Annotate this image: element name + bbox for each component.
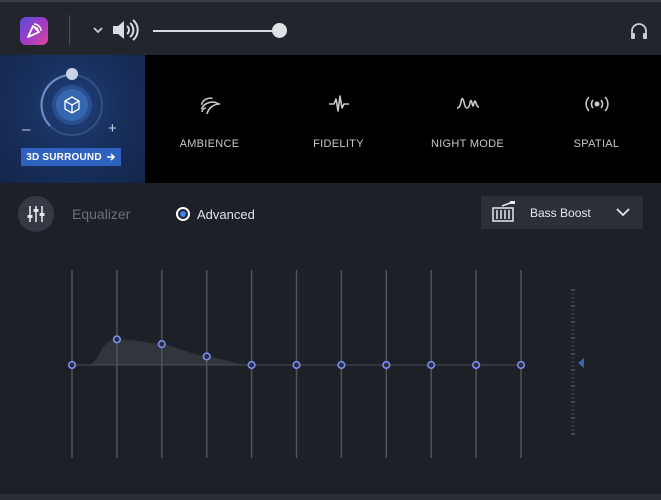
- bass-boost-icon: [492, 201, 515, 222]
- eq-band-handle[interactable]: [157, 339, 166, 349]
- effect-night-mode-label: NIGHT MODE: [430, 138, 505, 150]
- eq-band-handle[interactable]: [112, 335, 121, 344]
- eq-response-area: [87, 339, 252, 365]
- volume-slider-knob[interactable]: [272, 23, 287, 38]
- surround-minus: –: [22, 121, 31, 138]
- chevron-down-icon[interactable]: [92, 24, 104, 36]
- effects-bar: AMBIENCE FIDELITY NIGHT MODE SPATIAL: [145, 55, 661, 183]
- eq-band-handle[interactable]: [337, 360, 346, 370]
- effect-night-mode[interactable]: NIGHT MODE: [403, 55, 532, 183]
- speaker-icon[interactable]: [111, 18, 141, 42]
- ambience-icon: [200, 97, 220, 115]
- app-logo-icon[interactable]: [20, 17, 48, 45]
- effect-fidelity-label: FIDELITY: [313, 138, 364, 150]
- effect-ambience-label: AMBIENCE: [179, 138, 240, 150]
- effect-ambience[interactable]: AMBIENCE: [145, 55, 274, 183]
- eq-band-handle[interactable]: [292, 360, 301, 370]
- effect-spatial-label: SPATIAL: [573, 138, 620, 150]
- surround-button-label: 3D SURROUND: [26, 151, 102, 163]
- eq-band-handle[interactable]: [427, 360, 436, 370]
- gain-marker-icon[interactable]: [578, 358, 584, 368]
- equalizer-label: Equalizer: [72, 206, 131, 222]
- advanced-radio[interactable]: [176, 207, 190, 221]
- surround-button[interactable]: 3D SURROUND: [21, 148, 121, 166]
- equalizer-graph: [67, 270, 584, 458]
- eq-band-handle[interactable]: [247, 360, 256, 370]
- volume-slider-track[interactable]: [153, 30, 279, 32]
- sliders-icon: [27, 206, 45, 222]
- eq-band-handle[interactable]: [67, 360, 77, 370]
- toolbar-divider: [69, 15, 70, 45]
- arrow-right-icon: [106, 153, 115, 161]
- effect-fidelity[interactable]: FIDELITY: [274, 55, 403, 183]
- preset-dropdown[interactable]: Bass Boost: [481, 196, 643, 229]
- chevron-down-icon: [616, 208, 630, 217]
- eq-band-handle[interactable]: [516, 360, 526, 370]
- bottom-bar: [0, 494, 661, 500]
- night-mode-icon: [456, 97, 479, 109]
- top-bar: [0, 0, 661, 55]
- surround-dial[interactable]: [30, 63, 114, 147]
- headphone-icon[interactable]: [629, 22, 649, 40]
- eq-band-handle[interactable]: [202, 352, 211, 361]
- gain-scale: [571, 289, 575, 435]
- spatial-icon: [584, 96, 609, 112]
- preset-label: Bass Boost: [530, 206, 591, 220]
- surround-panel: – + 3D SURROUND: [0, 55, 145, 183]
- equalizer-toggle[interactable]: [18, 196, 54, 232]
- effect-spatial[interactable]: SPATIAL: [532, 55, 661, 183]
- eq-band-handle[interactable]: [382, 360, 391, 370]
- surround-plus: +: [108, 120, 117, 137]
- fidelity-icon: [328, 95, 349, 112]
- advanced-label[interactable]: Advanced: [197, 207, 255, 222]
- eq-band-handle[interactable]: [472, 360, 481, 370]
